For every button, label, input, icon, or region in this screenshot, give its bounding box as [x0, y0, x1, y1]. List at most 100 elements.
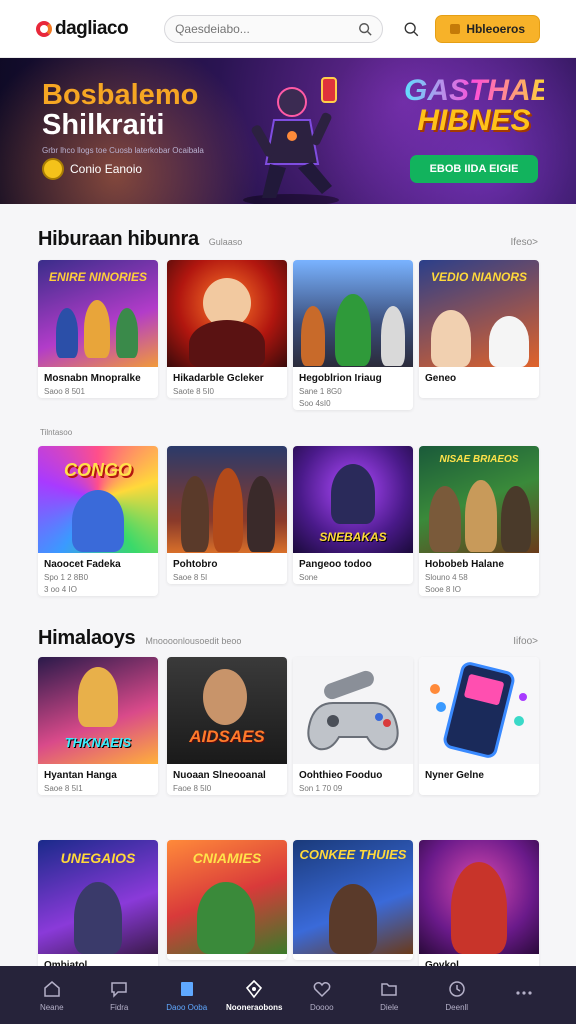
- nav-label: Diele: [380, 1002, 399, 1012]
- thumbnail-title: VEDIO NIANORS: [430, 270, 527, 284]
- nav-chat[interactable]: Fidra: [89, 979, 149, 1012]
- app-logo[interactable]: dagliaco: [36, 17, 129, 40]
- see-more-link[interactable]: Ifeso>: [510, 237, 538, 248]
- game-meta: Saoe 8 5I: [167, 570, 287, 584]
- thumbnail-title: THKNAEIS: [64, 735, 132, 750]
- game-meta-line1: Saote 8 5I0: [173, 387, 214, 396]
- game-thumbnail: THKNAEIS: [38, 657, 158, 764]
- game-thumbnail: SNEBAKAS: [293, 446, 413, 553]
- game-title: Nyner Gelne: [425, 770, 484, 781]
- game-meta: [419, 384, 539, 398]
- game-thumbnail: VEDIO NIANORS: [419, 260, 539, 367]
- phone-image: [430, 662, 527, 758]
- search-box[interactable]: [164, 14, 384, 43]
- game-thumbnail: CONKEE THUIES: [293, 840, 413, 954]
- nav-label: Fidra: [110, 1002, 129, 1012]
- chat-icon: [111, 981, 127, 998]
- game-title: [167, 954, 287, 960]
- thumbnail-title: UNEGAIOS: [60, 850, 136, 866]
- login-button[interactable]: Hbleoeros: [435, 14, 540, 43]
- game-meta: Sane 1 8G0 Soo 4sI0: [293, 384, 413, 410]
- game-title: Geneo: [425, 373, 457, 384]
- banner-subtitle: Grbr lhco llogs toe Cuosb laterkobar Oca…: [42, 146, 204, 155]
- game-card[interactable]: THKNAEIS Hyantan Hanga Saoe 8 5I1: [38, 657, 158, 795]
- game-card[interactable]: AIDSAES Nuoaan Slneooanal Faoe 8 5I0: [167, 657, 287, 795]
- logo-text: dagliaco: [55, 17, 129, 39]
- game-card[interactable]: VEDIO NIANORS Geneo: [419, 260, 539, 398]
- game-meta: Saoe 8 5I1: [38, 781, 158, 795]
- thumbnail-title: SNEBAKAS: [319, 530, 387, 544]
- promo-banner[interactable]: Bosbalemo Shilkraiti Grbr lhco llogs toe…: [0, 58, 576, 204]
- section-note: Gulaaso: [208, 237, 243, 247]
- heart-icon: [313, 981, 331, 997]
- game-meta-line1: Saoo 8 501: [44, 387, 85, 396]
- banner-logo-line2: HIBNES: [417, 104, 531, 137]
- game-card[interactable]: ENIRE NINORIES Mosnabn Mnopralke Saoo 8 …: [38, 260, 158, 398]
- game-meta-line1: Son 1 70 09: [299, 784, 343, 793]
- game-card[interactable]: Nyner Gelne: [419, 657, 539, 795]
- section-title: Hiburaan hibunra: [38, 228, 199, 250]
- game-title: Pangeoo todoo: [299, 559, 372, 570]
- top-header: dagliaco Hbleoeros: [0, 0, 576, 58]
- game-thumbnail: [167, 446, 287, 553]
- nav-label: Doooo: [309, 1002, 334, 1012]
- game-title: Hobobeb Halane: [425, 559, 504, 570]
- banner-brand: Conio Eanoio: [42, 158, 142, 180]
- nav-library[interactable]: Daoo Ooba: [157, 979, 217, 1012]
- search-icon[interactable]: [358, 22, 372, 36]
- banner-game-logo: GASTHAEY HIBNES: [404, 74, 571, 137]
- nav-home[interactable]: Neane: [22, 979, 82, 1012]
- game-thumbnail: [293, 260, 413, 367]
- game-meta: Slouno 4 58 Sooe 8 IO: [419, 570, 539, 596]
- game-meta: [419, 781, 539, 795]
- home-icon: [44, 980, 60, 997]
- game-card[interactable]: UNEGAIOS Ombiatol: [38, 840, 158, 971]
- gamepad-image: [307, 670, 399, 751]
- game-meta-line2: Soo 4sI0: [299, 399, 331, 408]
- game-card[interactable]: CONGO Naoocet Fadeka Spo 1 2 8B0 3 oo 4 …: [38, 446, 158, 596]
- nav-files[interactable]: Diele: [359, 979, 419, 1012]
- game-meta-line1: Saoe 8 5I1: [44, 784, 83, 793]
- nav-favorites[interactable]: Doooo: [292, 979, 352, 1012]
- game-title: Hikadarble Gcleker: [173, 373, 264, 384]
- game-card[interactable]: CNIAMIES: [167, 840, 287, 960]
- game-meta-line1: Slouno 4 58: [425, 573, 468, 582]
- controller-icon: [246, 979, 263, 998]
- coin-icon: [42, 158, 64, 180]
- game-meta-line1: Sane 1 8G0: [299, 387, 342, 396]
- nav-history[interactable]: Deenll: [427, 979, 487, 1012]
- hero-character-image: [243, 77, 339, 204]
- game-meta-line1: Saoe 8 5I: [173, 573, 208, 582]
- search-input[interactable]: [175, 21, 359, 36]
- game-thumbnail: [293, 657, 413, 764]
- game-meta: Saoo 8 501: [38, 384, 158, 398]
- thumbnail-title: CONKEE THUIES: [299, 847, 407, 862]
- game-card[interactable]: Pohtobro Saoe 8 5I: [167, 446, 287, 584]
- book-icon: [180, 981, 193, 996]
- game-card[interactable]: SNEBAKAS Pangeoo todoo Sone: [293, 446, 413, 584]
- game-card[interactable]: Oohthieo Fooduo Son 1 70 09: [293, 657, 413, 795]
- banner-cta-button[interactable]: EBOB IIDA EIGIE: [410, 155, 538, 183]
- nav-more[interactable]: [494, 983, 554, 1007]
- thumbnail-title: CONGO: [63, 460, 132, 480]
- game-card[interactable]: Hegoblrion Iriaug Sane 1 8G0 Soo 4sI0: [293, 260, 413, 410]
- game-meta-line2: 3 oo 4 IO: [44, 585, 77, 594]
- section-title: Himalaoys: [38, 627, 136, 649]
- more-icon: [516, 991, 532, 995]
- see-more-link[interactable]: Iifoo>: [513, 636, 538, 647]
- section-note: Mnoooonlousoedit beoo: [145, 636, 242, 646]
- game-card[interactable]: Govkol: [419, 840, 539, 971]
- game-thumbnail: ENIRE NINORIES: [38, 260, 158, 367]
- game-card[interactable]: Hikadarble Gcleker Saote 8 5I0: [167, 260, 287, 398]
- logo-mark-icon: [36, 20, 52, 37]
- game-title: Nuoaan Slneooanal: [173, 770, 266, 781]
- game-title: Hegoblrion Iriaug: [299, 373, 382, 384]
- section-header: Hiburaan hibunra Gulaaso Ifeso>: [38, 228, 538, 251]
- game-card[interactable]: CONKEE THUIES: [293, 840, 413, 960]
- nav-games[interactable]: Nooneraobons: [224, 979, 284, 1012]
- game-card[interactable]: NISAE BRIAEOS Hobobeb Halane Slouno 4 58…: [419, 446, 539, 596]
- banner-logo-line1: GASTHAEY: [404, 74, 571, 107]
- game-meta: Faoe 8 5I0: [167, 781, 287, 795]
- banner-title-line1: Bosbalemo: [42, 79, 199, 111]
- search-toggle-icon[interactable]: [403, 20, 419, 38]
